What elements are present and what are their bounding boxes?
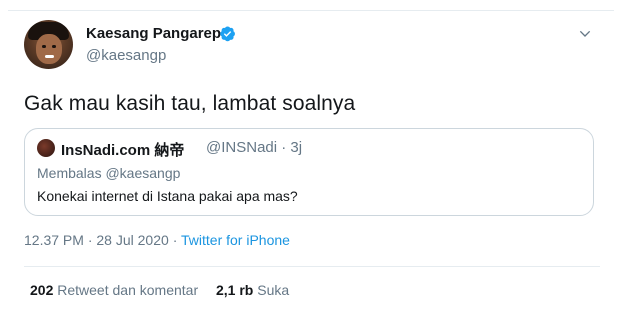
divider [24, 266, 600, 267]
meta-separator-2: · [172, 232, 178, 248]
meta-separator: · [87, 232, 93, 248]
tweet-date[interactable]: 28 Jul 2020 [96, 232, 168, 248]
quoted-author-avatar [37, 139, 55, 157]
like-stat[interactable]: 2,1 rb Suka [216, 282, 289, 298]
quoted-author-name: InsNadi.com 納帝 [61, 142, 185, 159]
retweet-count: 202 [30, 282, 54, 298]
quoted-author-handle: @INSNadi · 3j [206, 139, 303, 156]
author-avatar[interactable] [24, 20, 73, 69]
quoted-tweet[interactable]: InsNadi.com 納帝 @INSNadi · 3j Membalas @k… [24, 128, 594, 216]
tweet-time[interactable]: 12.37 PM [24, 232, 84, 248]
verified-badge-icon [220, 26, 235, 42]
retweet-stat[interactable]: 202 Retweet dan komentar [30, 282, 198, 298]
retweet-label: Retweet dan komentar [57, 282, 199, 298]
author-name[interactable]: Kaesang Pangarep [86, 25, 221, 42]
like-count: 2,1 rb [216, 282, 254, 298]
tweet-stats: 202 Retweet dan komentar 2,1 rb Suka [30, 282, 289, 298]
author-handle[interactable]: @kaesangp [86, 47, 166, 64]
tweet-text: Gak mau kasih tau, lambat soalnya [24, 92, 356, 115]
chevron-down-icon[interactable] [577, 26, 593, 42]
quoted-reply-to: Membalas @kaesangp [37, 165, 181, 181]
like-label: Suka [257, 282, 290, 298]
quoted-text: Konekai internet di Istana pakai apa mas… [37, 188, 298, 204]
tweet-source-link[interactable]: Twitter for iPhone [181, 232, 290, 248]
tweet-meta: 12.37 PM · 28 Jul 2020 · Twitter for iPh… [24, 232, 290, 248]
